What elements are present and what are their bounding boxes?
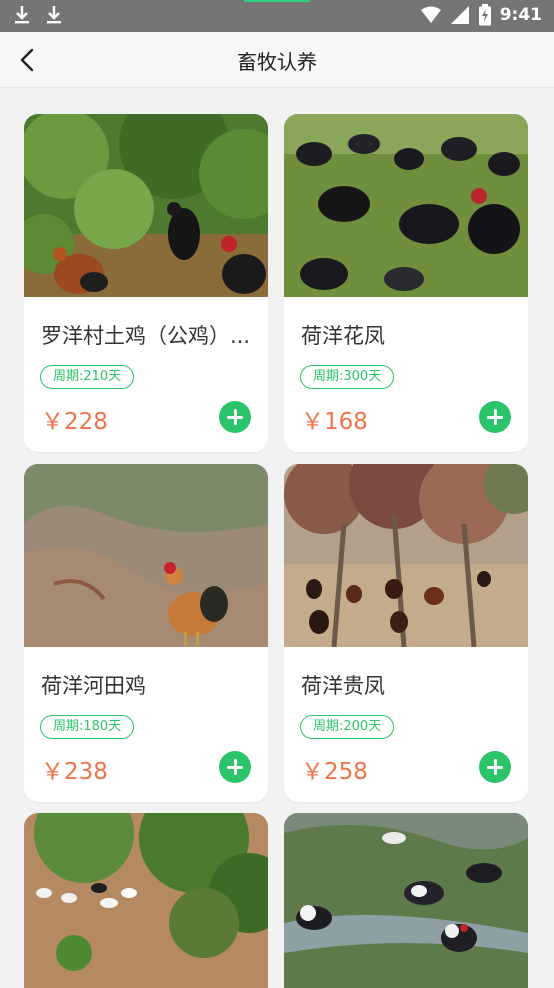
product-price: ￥258 xyxy=(301,759,368,785)
product-image-black-chickens-on-grass xyxy=(284,114,528,297)
period-badge: 周期:300天 xyxy=(300,365,395,389)
product-card[interactable] xyxy=(24,813,268,988)
product-name: 荷洋贵凤 xyxy=(301,674,385,698)
product-card[interactable]: 荷洋河田鸡 周期:180天 ￥238 xyxy=(24,464,268,802)
product-name: 罗洋村土鸡（公鸡）... xyxy=(41,324,251,348)
download-icon xyxy=(15,6,29,24)
add-button[interactable] xyxy=(219,751,251,783)
product-price: ￥168 xyxy=(301,409,368,435)
app-header: 畜牧认养 xyxy=(0,32,554,88)
product-card[interactable]: 罗洋村土鸡（公鸡）... 周期:210天 ￥228 xyxy=(24,114,268,452)
product-image-rooster-on-dirt xyxy=(24,464,268,647)
product-image-chickens-under-trees xyxy=(284,464,528,647)
product-card[interactable]: 荷洋贵凤 周期:200天 ￥258 xyxy=(284,464,528,802)
product-image-muscovy-ducks-in-field xyxy=(284,813,528,988)
signal-icon xyxy=(450,6,469,24)
period-badge: 周期:210天 xyxy=(40,365,135,389)
add-button[interactable] xyxy=(219,401,251,433)
product-price: ￥238 xyxy=(41,759,108,785)
status-bar: 9:41 xyxy=(0,0,554,32)
download-icon xyxy=(47,6,61,24)
product-card[interactable] xyxy=(284,813,528,988)
wifi-icon xyxy=(420,6,441,23)
product-name: 荷洋河田鸡 xyxy=(41,674,146,698)
product-card[interactable]: 荷洋花凤 周期:300天 ￥168 xyxy=(284,114,528,452)
add-button[interactable] xyxy=(479,401,511,433)
period-badge: 周期:200天 xyxy=(300,715,395,739)
status-accent-line xyxy=(244,0,310,2)
product-name: 荷洋花凤 xyxy=(301,324,385,348)
product-price: ￥228 xyxy=(41,409,108,435)
battery-charging-icon xyxy=(478,4,491,26)
add-button[interactable] xyxy=(479,751,511,783)
product-image-ducks-on-hillside xyxy=(24,813,268,988)
status-time: 9:41 xyxy=(499,5,542,25)
product-image-rooster-in-bushes xyxy=(24,114,268,297)
page-title: 畜牧认养 xyxy=(237,50,317,74)
period-badge: 周期:180天 xyxy=(40,715,135,739)
